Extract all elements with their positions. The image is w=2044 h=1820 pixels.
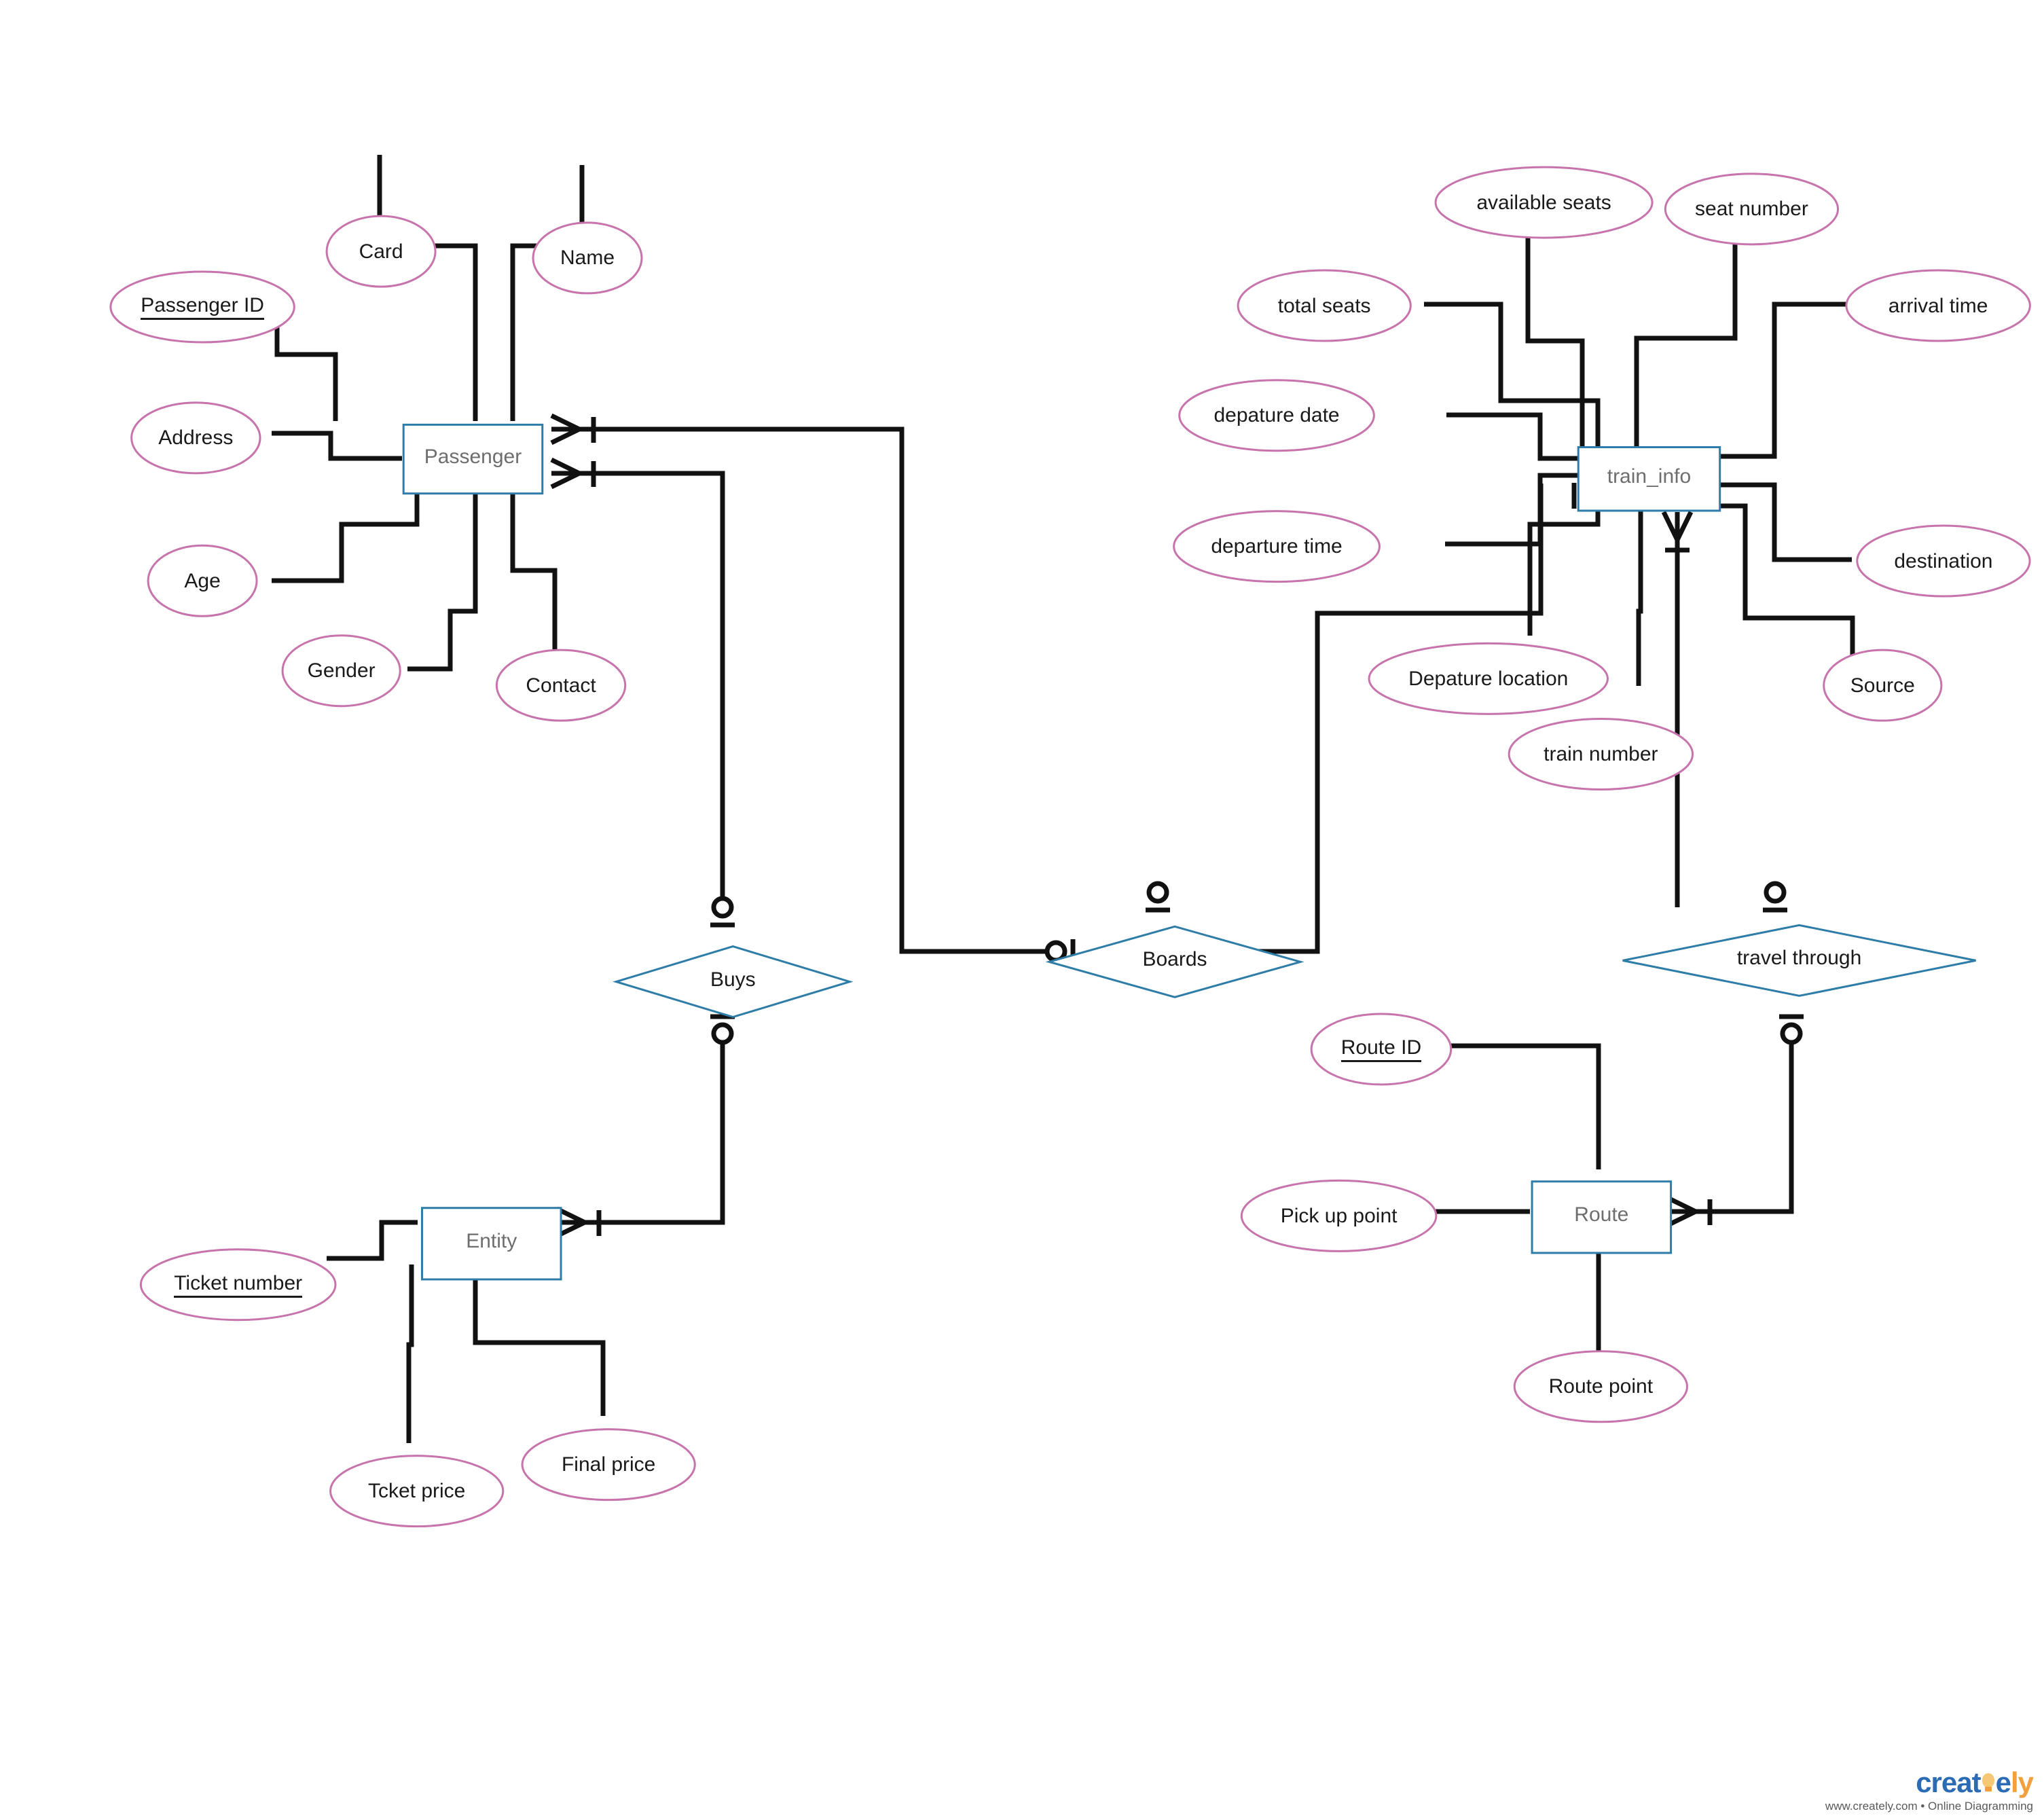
brand-name-part2: e bbox=[1995, 1766, 2011, 1798]
connector-arrival-time bbox=[1691, 302, 1854, 459]
marker-buys-bottom bbox=[710, 1014, 735, 1045]
attribute-train_number bbox=[1508, 717, 1694, 790]
brand-name-part1: creat bbox=[1916, 1766, 1981, 1798]
connector-buys-entity bbox=[582, 1036, 725, 1225]
entity-passenger bbox=[402, 423, 544, 495]
attribute-pick_up_point bbox=[1240, 1179, 1438, 1252]
connector-available-seats bbox=[1525, 236, 1585, 456]
connector-tcket-price bbox=[406, 1264, 414, 1443]
entity-entity bbox=[420, 1207, 562, 1281]
attribute-depature_location bbox=[1368, 642, 1609, 715]
entity-train_info bbox=[1577, 445, 1721, 512]
attribute-departure_time bbox=[1173, 510, 1381, 583]
connector-route-id bbox=[1448, 1043, 1601, 1169]
attribute-passenger_id bbox=[109, 270, 295, 344]
attribute-address bbox=[130, 401, 261, 475]
connector-total-seats bbox=[1424, 302, 1601, 456]
attribute-gender bbox=[281, 634, 401, 708]
brand-name-part3: ly bbox=[2010, 1766, 2034, 1798]
marker-travel-bottom bbox=[1779, 1014, 1804, 1045]
marker-travel-top bbox=[1763, 881, 1787, 913]
attribute-available_seats bbox=[1434, 166, 1654, 239]
er-diagram-canvas: .conn{stroke:#111111;stroke-width:7;fill… bbox=[0, 0, 2044, 1820]
attribute-final_price bbox=[521, 1428, 696, 1502]
creately-wordmark: creat ely bbox=[1825, 1766, 2034, 1798]
attribute-route_id bbox=[1310, 1013, 1453, 1086]
diagram-svg: .conn{stroke:#111111;stroke-width:7;fill… bbox=[109, 155, 2031, 1528]
creately-tagline: www.creately.com • Online Diagramming bbox=[1825, 1800, 2033, 1813]
attribute-source bbox=[1823, 649, 1943, 722]
attribute-seat_number bbox=[1664, 172, 1840, 246]
connector-ticket-number bbox=[327, 1220, 418, 1261]
relationship-buys bbox=[613, 945, 854, 1019]
connector-name bbox=[510, 165, 585, 421]
connector-card bbox=[377, 155, 478, 421]
relationship-boards bbox=[1045, 925, 1304, 998]
connector-seat-number bbox=[1634, 228, 1738, 456]
connector-passenger-boards bbox=[577, 426, 1056, 954]
attribute-route_point bbox=[1513, 1350, 1688, 1423]
connector-address bbox=[272, 431, 402, 461]
entity-route bbox=[1531, 1180, 1673, 1254]
connector-travel-route bbox=[1693, 1036, 1794, 1214]
attribute-total_seats bbox=[1237, 269, 1412, 342]
attribute-name bbox=[532, 221, 643, 295]
attribute-tcket_price bbox=[329, 1455, 505, 1528]
creately-logo: creat ely www.creately.com • Online Diagr… bbox=[1825, 1766, 2034, 1813]
attribute-card bbox=[325, 215, 437, 288]
attribute-contact bbox=[495, 649, 627, 722]
marker-boards-top bbox=[1146, 881, 1170, 913]
connector-age bbox=[272, 475, 420, 583]
marker-buys-top bbox=[710, 896, 735, 928]
connector-train-number bbox=[1636, 484, 1643, 686]
attribute-destination bbox=[1856, 524, 2031, 598]
connector-contact bbox=[510, 475, 558, 652]
relationship-travel_through bbox=[1622, 924, 1976, 997]
connector-final-price bbox=[473, 1264, 606, 1416]
lightbulb-icon bbox=[1979, 1773, 1997, 1794]
attribute-ticket_number bbox=[139, 1248, 337, 1322]
attribute-depature_date bbox=[1178, 379, 1375, 452]
attribute-age bbox=[147, 544, 258, 617]
diagram-shapes bbox=[109, 166, 2031, 1528]
attribute-arrival_time bbox=[1845, 269, 2031, 342]
